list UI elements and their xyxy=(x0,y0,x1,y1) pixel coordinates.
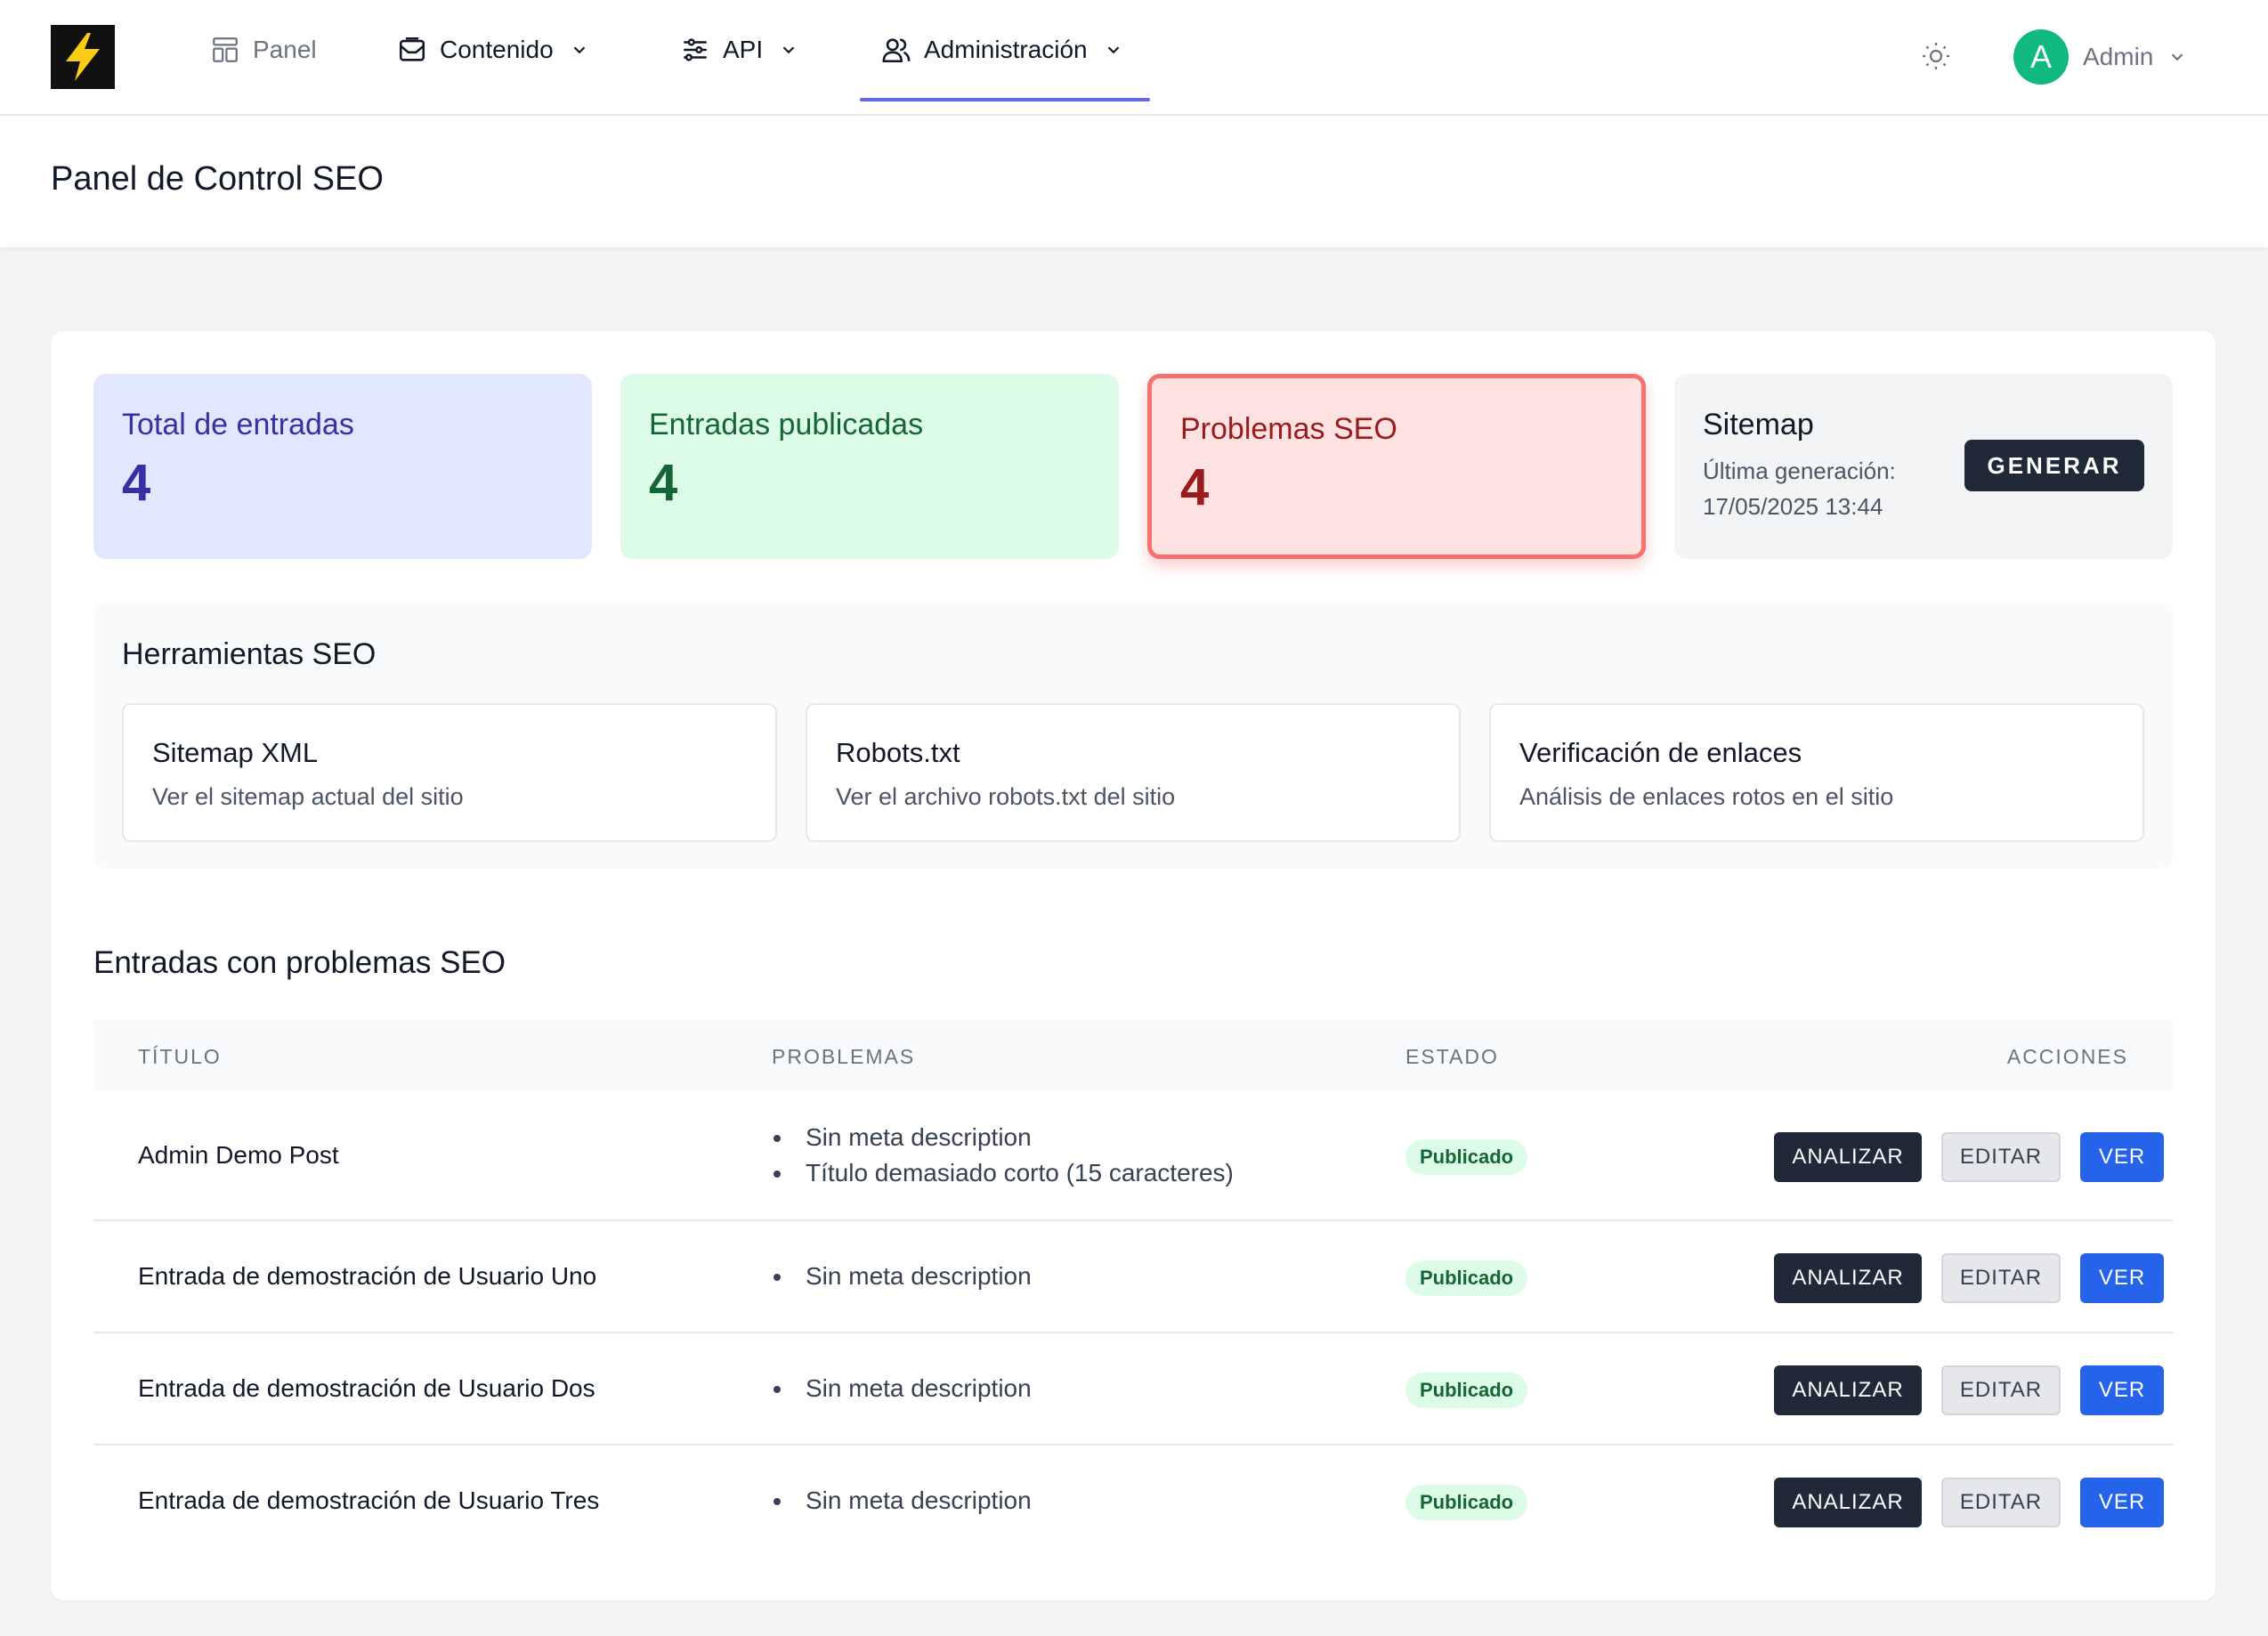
edit-button[interactable]: EDITAR xyxy=(1941,1132,2061,1182)
top-navigation: Panel Contenido API Administración A Adm… xyxy=(0,0,2268,116)
problem-item: Título demasiado corto (15 caracteres) xyxy=(772,1155,1234,1191)
sitemap-title: Sitemap xyxy=(1703,408,1814,441)
row-problems: Sin meta description xyxy=(772,1483,1032,1519)
stat-value: 4 xyxy=(1180,458,1210,516)
row-problems: Sin meta description Título demasiado co… xyxy=(772,1120,1234,1191)
table-row: Entrada de demostración de Usuario Uno S… xyxy=(93,1221,2173,1333)
status-badge: Publicado xyxy=(1405,1260,1528,1296)
user-menu[interactable]: A Admin xyxy=(2013,29,2187,85)
analyze-button[interactable]: ANALIZAR xyxy=(1774,1253,1922,1303)
analyze-button[interactable]: ANALIZAR xyxy=(1774,1478,1922,1527)
layout-icon xyxy=(213,37,238,62)
nav-item-api-label: API xyxy=(723,36,764,63)
seo-tools-title: Herramientas SEO xyxy=(122,637,377,671)
tool-card-link-check[interactable]: Verificación de enlaces Análisis de enla… xyxy=(1489,703,2144,842)
column-header-title: TÍTULO xyxy=(138,1045,222,1068)
edit-button[interactable]: EDITAR xyxy=(1941,1365,2061,1415)
nav-item-api[interactable]: API xyxy=(680,0,798,100)
table-row: Entrada de demostración de Usuario Tres … xyxy=(93,1446,2173,1558)
chevron-down-icon xyxy=(573,46,585,54)
tool-card-robots-txt[interactable]: Robots.txt Ver el archivo robots.txt del… xyxy=(806,703,1461,842)
nav-item-administracion-label: Administración xyxy=(924,36,1088,63)
problem-item: Sin meta description xyxy=(772,1371,1032,1406)
stat-value: 4 xyxy=(649,454,678,512)
stat-label: Problemas SEO xyxy=(1180,412,1397,446)
chevron-down-icon xyxy=(782,46,795,54)
edit-button[interactable]: EDITAR xyxy=(1941,1253,2061,1303)
stat-value: 4 xyxy=(122,454,151,512)
tool-description: Análisis de enlaces rotos en el sitio xyxy=(1519,783,1894,810)
nav-item-contenido[interactable]: Contenido xyxy=(397,0,589,100)
status-badge: Publicado xyxy=(1405,1373,1528,1408)
main-card: Total de entradas 4 Entradas publicadas … xyxy=(51,331,2215,1600)
row-title: Entrada de demostración de Usuario Uno xyxy=(138,1262,597,1290)
view-button[interactable]: VER xyxy=(2080,1478,2164,1527)
avatar: A xyxy=(2013,29,2069,85)
row-problems: Sin meta description xyxy=(772,1371,1032,1406)
stat-card-published: Entradas publicadas 4 xyxy=(620,374,1119,559)
stat-label: Total de entradas xyxy=(122,408,354,441)
stat-label: Entradas publicadas xyxy=(649,408,924,441)
column-header-problems: PROBLEMAS xyxy=(772,1045,916,1068)
status-badge: Publicado xyxy=(1405,1139,1528,1175)
page-title: Panel de Control SEO xyxy=(51,160,384,198)
theme-toggle-button[interactable] xyxy=(1917,37,1955,75)
seo-tools-panel: Herramientas SEO Sitemap XML Ver el site… xyxy=(93,602,2173,869)
sun-icon xyxy=(1923,43,1949,69)
seo-problems-section-title: Entradas con problemas SEO xyxy=(93,945,506,980)
chevron-down-icon xyxy=(2172,53,2183,61)
generate-sitemap-button[interactable]: GENERAR xyxy=(1964,440,2144,491)
sitemap-last-date: 17/05/2025 13:44 xyxy=(1703,493,1883,520)
nav-item-panel[interactable]: Panel xyxy=(210,0,317,100)
tool-description: Ver el archivo robots.txt del sitio xyxy=(836,783,1176,810)
edit-button[interactable]: EDITAR xyxy=(1941,1478,2061,1527)
lightning-logo-icon[interactable] xyxy=(51,25,115,89)
table-header: TÍTULO PROBLEMAS ESTADO ACCIONES xyxy=(93,1020,2173,1091)
user-name: Admin xyxy=(2083,43,2154,70)
row-title: Admin Demo Post xyxy=(138,1141,339,1169)
problem-item: Sin meta description xyxy=(772,1483,1032,1519)
row-title: Entrada de demostración de Usuario Tres xyxy=(138,1486,600,1514)
nav-item-contenido-label: Contenido xyxy=(440,36,554,63)
problem-item: Sin meta description xyxy=(772,1259,1032,1294)
analyze-button[interactable]: ANALIZAR xyxy=(1774,1132,1922,1182)
table-row: Admin Demo Post Sin meta description Tít… xyxy=(93,1091,2173,1221)
column-header-status: ESTADO xyxy=(1405,1045,1499,1068)
tool-card-sitemap-xml[interactable]: Sitemap XML Ver el sitemap actual del si… xyxy=(122,703,777,842)
chevron-down-icon xyxy=(1107,46,1119,54)
nav-item-administracion[interactable]: Administración xyxy=(881,0,1123,100)
sliders-icon xyxy=(684,38,707,61)
view-button[interactable]: VER xyxy=(2080,1365,2164,1415)
row-title: Entrada de demostración de Usuario Dos xyxy=(138,1374,595,1402)
page-header: Panel de Control SEO xyxy=(0,116,2268,247)
view-button[interactable]: VER xyxy=(2080,1132,2164,1182)
lightning-icon xyxy=(66,33,100,81)
status-badge: Publicado xyxy=(1405,1485,1528,1520)
stat-card-problems[interactable]: Problemas SEO 4 xyxy=(1147,374,1646,559)
table-row: Entrada de demostración de Usuario Dos S… xyxy=(93,1333,2173,1446)
tool-description: Ver el sitemap actual del sitio xyxy=(152,783,464,810)
tool-title: Sitemap XML xyxy=(152,737,319,768)
tool-title: Robots.txt xyxy=(836,737,960,768)
seo-problems-table: TÍTULO PROBLEMAS ESTADO ACCIONES Admin D… xyxy=(93,1020,2173,1558)
stat-card-total: Total de entradas 4 xyxy=(93,374,592,559)
stat-card-sitemap: Sitemap Última generación: 17/05/2025 13… xyxy=(1674,374,2173,559)
problem-item: Sin meta description xyxy=(772,1120,1234,1155)
analyze-button[interactable]: ANALIZAR xyxy=(1774,1365,1922,1415)
row-problems: Sin meta description xyxy=(772,1259,1032,1294)
column-header-actions: ACCIONES xyxy=(2006,1045,2128,1068)
users-icon xyxy=(882,38,911,63)
view-button[interactable]: VER xyxy=(2080,1253,2164,1303)
tool-title: Verificación de enlaces xyxy=(1519,737,1802,768)
inbox-icon xyxy=(399,36,425,61)
active-nav-underline xyxy=(860,98,1150,101)
nav-item-panel-label: Panel xyxy=(253,36,317,63)
